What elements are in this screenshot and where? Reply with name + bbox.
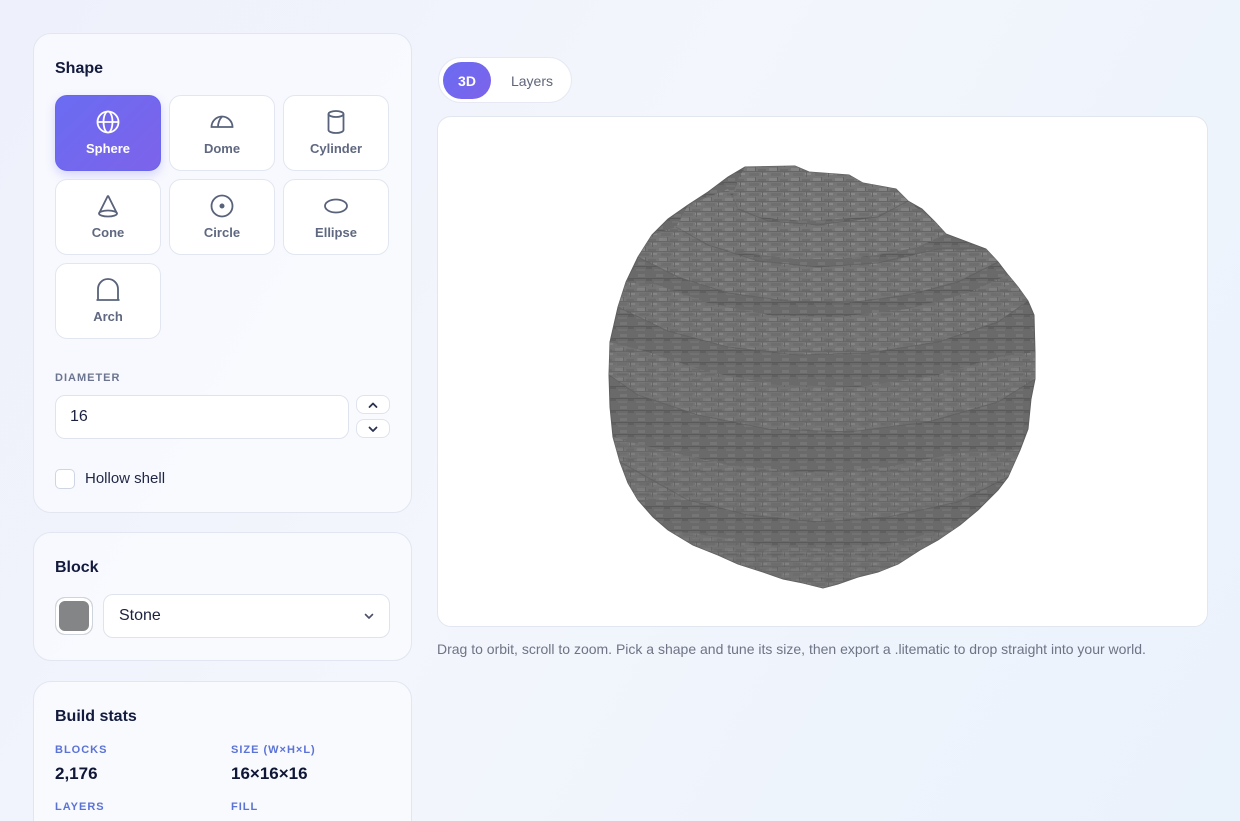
shape-button-dome[interactable]: Dome xyxy=(169,95,275,171)
block-panel: Block Stone xyxy=(33,532,412,661)
stat-layers-label: LAYERS xyxy=(55,801,105,813)
3d-viewport[interactable] xyxy=(437,116,1208,627)
shape-panel: Shape Sphere Dome Cylinder Cone Circle E… xyxy=(33,33,412,513)
block-select[interactable]: Stone xyxy=(103,594,390,638)
shape-label: Sphere xyxy=(85,141,131,156)
shape-label: Cone xyxy=(91,225,125,240)
shape-label: Dome xyxy=(203,141,241,156)
stat-fill-label: FILL xyxy=(231,801,259,813)
shape-label: Arch xyxy=(93,309,123,324)
shape-label: Cylinder xyxy=(309,141,362,156)
shape-label: Circle xyxy=(203,225,241,240)
tab-3d[interactable]: 3D xyxy=(443,62,491,99)
diameter-increment-button[interactable] xyxy=(356,395,390,414)
block-color-swatch xyxy=(55,597,93,635)
voxel-sphere-render xyxy=(608,165,1036,589)
stat-size-label: SIZE (W×H×L) xyxy=(231,744,316,756)
diameter-decrement-button[interactable] xyxy=(356,419,390,438)
dome-icon xyxy=(210,115,234,128)
shape-button-sphere[interactable]: Sphere xyxy=(55,95,161,171)
chevron-up-icon xyxy=(368,402,378,408)
circle-icon xyxy=(210,194,234,218)
viewport-hint: Drag to orbit, scroll to zoom. Pick a sh… xyxy=(437,641,1146,657)
stat-blocks-label: BLOCKS xyxy=(55,744,108,756)
diameter-input[interactable] xyxy=(55,395,349,439)
shape-label: Ellipse xyxy=(315,225,357,240)
hollow-shell-label[interactable]: Hollow shell xyxy=(85,470,165,487)
block-panel-title: Block xyxy=(55,559,99,576)
cylinder-icon xyxy=(327,110,345,134)
hollow-shell-checkbox[interactable] xyxy=(55,469,75,489)
diameter-label: DIAMETER xyxy=(55,372,121,384)
shape-button-circle[interactable]: Circle xyxy=(169,179,275,255)
build-stats-title: Build stats xyxy=(55,708,137,725)
chevron-down-icon xyxy=(364,613,374,619)
stat-size-value: 16×16×16 xyxy=(231,764,308,783)
shape-button-cone[interactable]: Cone xyxy=(55,179,161,255)
stat-blocks-value: 2,176 xyxy=(55,764,98,783)
arch-icon xyxy=(96,278,120,301)
block-select-value: Stone xyxy=(119,607,161,624)
cone-icon xyxy=(98,195,118,218)
shape-panel-title: Shape xyxy=(55,60,104,77)
shape-button-arch[interactable]: Arch xyxy=(55,263,161,339)
shape-button-ellipse[interactable]: Ellipse xyxy=(283,179,389,255)
shape-button-cylinder[interactable]: Cylinder xyxy=(283,95,389,171)
sphere-icon xyxy=(96,110,120,134)
build-stats-panel: Build stats BLOCKS 2,176 SIZE (W×H×L) 16… xyxy=(33,681,412,821)
view-tabs: 3D Layers xyxy=(438,57,572,103)
ellipse-icon xyxy=(324,198,348,214)
chevron-down-icon xyxy=(368,426,378,432)
shape-grid: Sphere Dome Cylinder Cone Circle Ellipse… xyxy=(55,95,389,339)
tab-layers[interactable]: Layers xyxy=(497,62,567,99)
